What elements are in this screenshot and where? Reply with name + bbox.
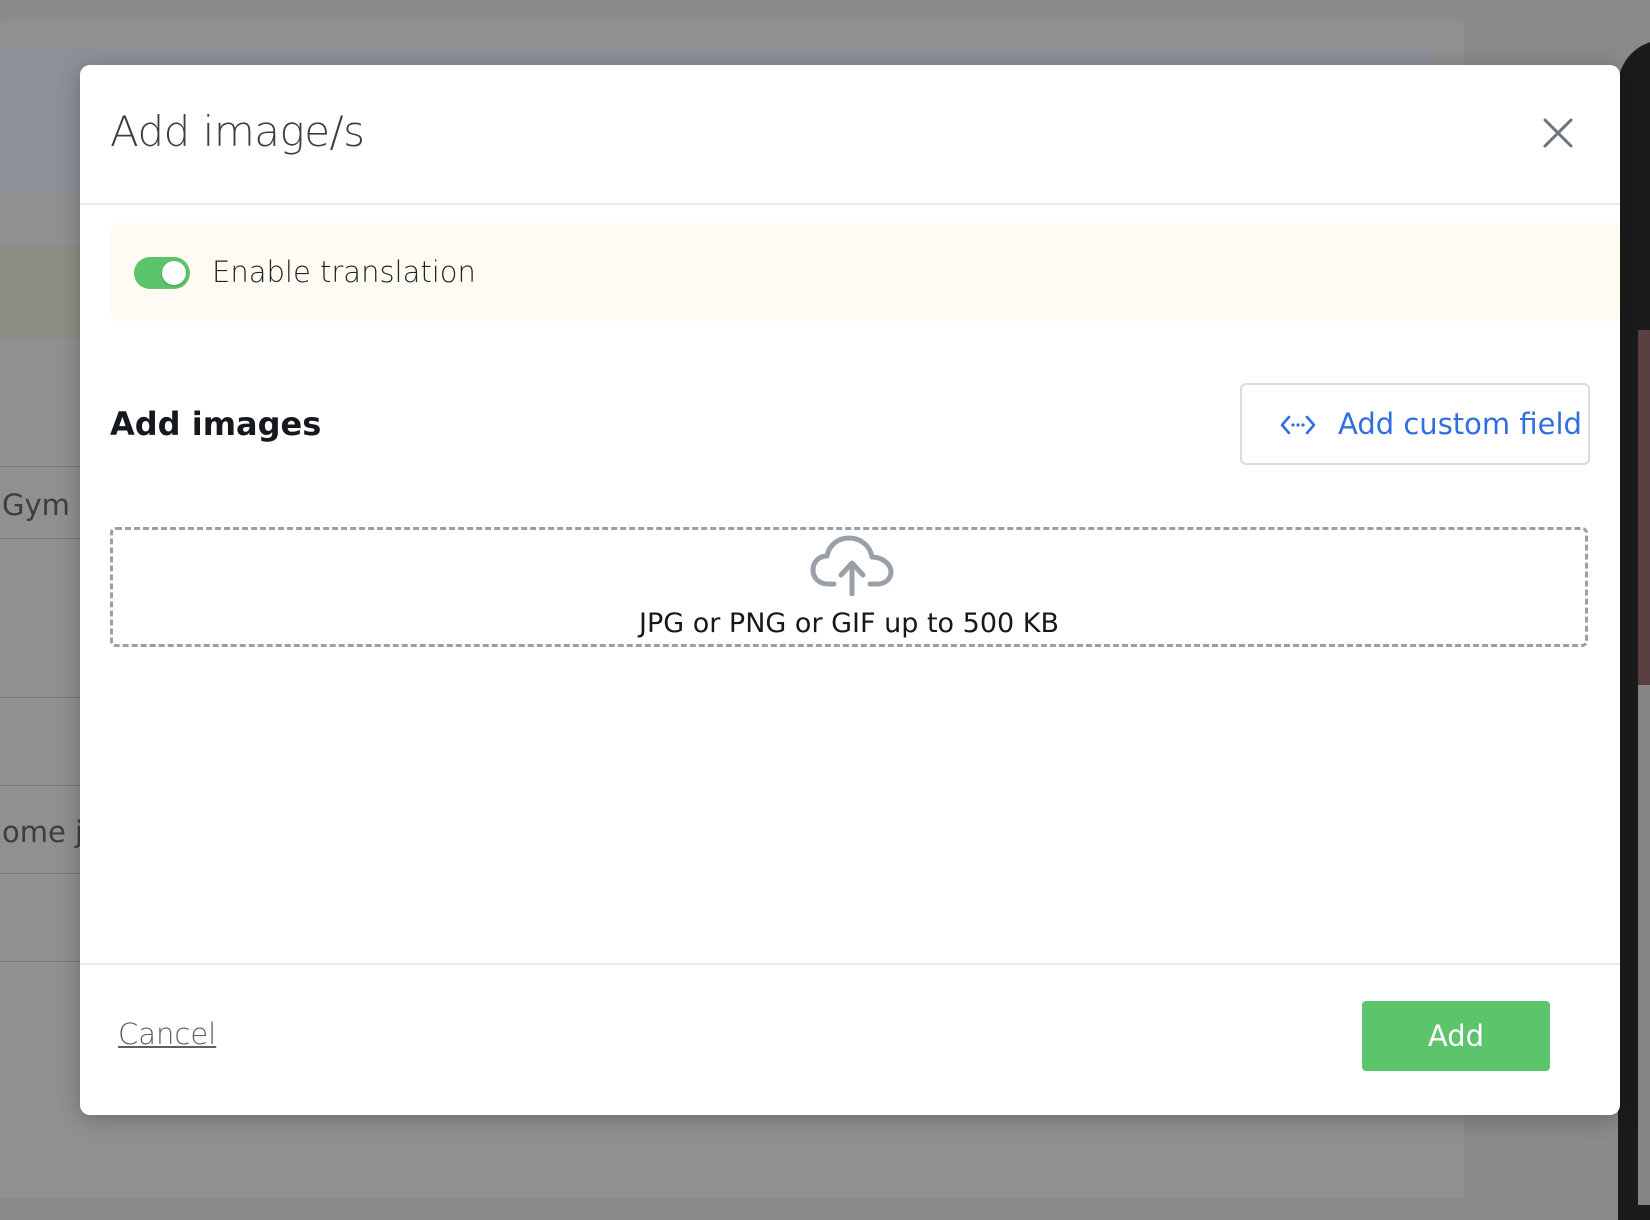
add-custom-field-button[interactable]: Add custom field bbox=[1240, 383, 1590, 465]
toggle-knob bbox=[162, 261, 186, 285]
add-images-modal: Add image/s Enable translation Add image… bbox=[80, 65, 1620, 1115]
enable-translation-label: Enable translation bbox=[212, 255, 476, 289]
background-row-text: Gym bbox=[2, 488, 70, 522]
cloud-upload-icon bbox=[810, 535, 894, 596]
image-dropzone[interactable]: JPG or PNG or GIF up to 500 KB bbox=[110, 527, 1588, 647]
modal-title: Add image/s bbox=[110, 107, 365, 156]
translation-bar: Enable translation bbox=[110, 223, 1620, 321]
add-custom-field-label: Add custom field bbox=[1338, 407, 1582, 441]
enable-translation-toggle[interactable] bbox=[134, 257, 190, 289]
modal-footer: Cancel Add bbox=[80, 963, 1620, 1115]
section-title: Add images bbox=[110, 405, 322, 443]
modal-header: Add image/s bbox=[80, 65, 1620, 205]
cancel-link[interactable]: Cancel bbox=[118, 1017, 216, 1051]
close-icon bbox=[1543, 118, 1573, 148]
code-icon bbox=[1280, 415, 1316, 435]
dropzone-hint: JPG or PNG or GIF up to 500 KB bbox=[638, 608, 1059, 639]
background-phone-strip bbox=[1638, 685, 1650, 1205]
close-button[interactable] bbox=[1536, 111, 1580, 155]
background-phone-image bbox=[1638, 330, 1650, 685]
add-button[interactable]: Add bbox=[1362, 1001, 1550, 1071]
